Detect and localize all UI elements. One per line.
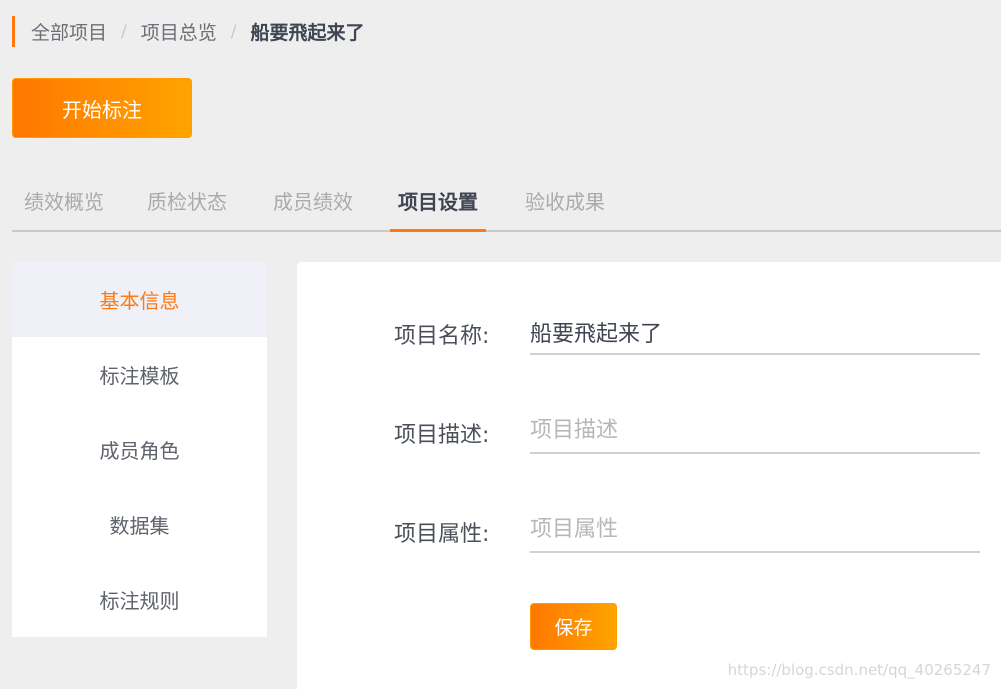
settings-side-menu: 基本信息 标注模板 成员角色 数据集 标注规则 xyxy=(12,262,267,637)
project-attribute-input[interactable] xyxy=(530,508,980,553)
form-row-attribute: 项目属性: xyxy=(297,500,1001,560)
breadcrumb-separator: / xyxy=(121,21,127,42)
breadcrumb-project-overview[interactable]: 项目总览 xyxy=(141,18,217,45)
breadcrumb-separator: / xyxy=(230,21,237,42)
basic-info-panel: 项目名称: 项目描述: 项目属性: 保存 xyxy=(297,262,1001,689)
form-row-description: 项目描述: xyxy=(297,401,1001,461)
project-name-input[interactable] xyxy=(530,310,980,355)
menu-item-dataset[interactable]: 数据集 xyxy=(12,487,267,562)
form-row-name: 项目名称: xyxy=(297,302,1001,362)
tab-member-performance[interactable]: 成员绩效 xyxy=(268,170,358,230)
tab-bar: 绩效概览 质检状态 成员绩效 项目设置 验收成果 xyxy=(12,170,1001,232)
tab-performance-overview[interactable]: 绩效概览 xyxy=(18,170,110,230)
menu-item-annotation-template[interactable]: 标注模板 xyxy=(12,337,267,412)
project-attribute-label: 项目属性: xyxy=(394,522,490,547)
breadcrumb: 全部项目 / 项目总览 / 船要飛起来了 xyxy=(12,16,365,47)
tab-project-settings[interactable]: 项目设置 xyxy=(390,170,486,232)
watermark-text: https://blog.csdn.net/qq_40265247 xyxy=(727,661,991,679)
project-description-label: 项目描述: xyxy=(394,423,490,448)
menu-item-basic-info[interactable]: 基本信息 xyxy=(12,262,267,337)
save-button[interactable]: 保存 xyxy=(530,603,617,650)
start-annotation-button[interactable]: 开始标注 xyxy=(12,78,192,138)
menu-item-member-roles[interactable]: 成员角色 xyxy=(12,412,267,487)
menu-item-annotation-rules[interactable]: 标注规则 xyxy=(12,562,267,637)
tab-qc-status[interactable]: 质检状态 xyxy=(142,170,232,230)
project-description-input[interactable] xyxy=(530,409,980,454)
project-name-label: 项目名称: xyxy=(394,324,490,349)
breadcrumb-current-project: 船要飛起来了 xyxy=(250,22,365,44)
tab-acceptance-results[interactable]: 验收成果 xyxy=(520,170,610,230)
breadcrumb-all-projects[interactable]: 全部项目 xyxy=(31,18,107,45)
